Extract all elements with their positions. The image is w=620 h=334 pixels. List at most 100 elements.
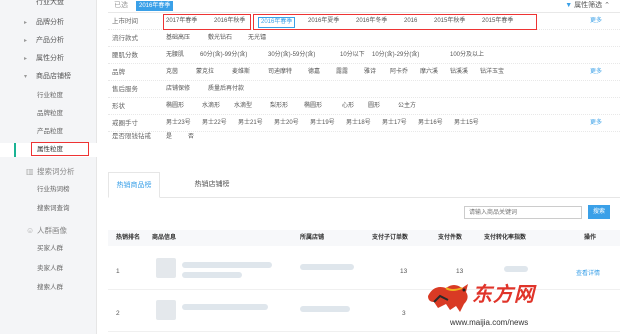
site-watermark: 东方网 www.maijia.com/news [422, 270, 612, 332]
sidebar-item-product-analysis[interactable]: ▸ 产品分析 [0, 34, 97, 48]
filter-row-ring-size: 戒圈手寸 男士23号 男士22号 男士21号 男士20号 男士19号 男士18号… [108, 115, 620, 132]
selection-bar: 已选 2016年春季 ▼ 属性筛选 ⌃ [98, 0, 620, 12]
sidebar-item-goods-shop-rank[interactable]: ▾ 商品店铺榜 [0, 70, 97, 84]
sidebar-subitem-label: 搜索人群 [37, 284, 63, 291]
more-link[interactable]: 更多 [590, 64, 602, 81]
filter-option[interactable]: 男士22号 [202, 115, 227, 132]
filter-option[interactable]: 梨形形 [270, 98, 288, 115]
orders-cell: 3 [402, 310, 406, 317]
filter-option[interactable]: 德嘉 [308, 64, 320, 81]
filter-option[interactable]: 蒙克拉 [196, 64, 214, 81]
filter-option[interactable]: 钻洋玉宝 [480, 64, 504, 81]
filter-label: 形状 [112, 103, 125, 110]
filter-option[interactable]: 男士17号 [382, 115, 407, 132]
filter-option[interactable]: 水滴形 [202, 98, 220, 115]
sidebar-subitem-product[interactable]: 产品粒度 [0, 125, 97, 139]
filter-option[interactable]: 男士19号 [310, 115, 335, 132]
sidebar-subitem-hot-terms[interactable]: 行业热词榜 [0, 183, 97, 197]
sidebar-subitem-sellers[interactable]: 卖家人群 [0, 262, 97, 276]
ranking-tabs: 热销商品榜 热销店铺榜 [108, 172, 620, 198]
filter-option[interactable]: 店铺保修 [166, 81, 190, 98]
sidebar-item-label: 品牌分析 [36, 19, 64, 26]
filter-option[interactable]: 克茵 [166, 64, 178, 81]
sidebar-subitem-brand[interactable]: 品牌粒度 [0, 107, 97, 121]
product-thumbnail[interactable] [156, 300, 176, 320]
watermark-title: 东方网 [472, 282, 535, 306]
bar-chart-icon: ▥ [26, 167, 34, 176]
selected-tag[interactable]: 2016年春季 [136, 1, 174, 11]
filter-option[interactable]: 麦维斯 [232, 64, 250, 81]
filter-option[interactable]: 10分以下 [340, 47, 365, 64]
column-header: 操作 [584, 235, 597, 241]
filter-option[interactable]: 男士21号 [238, 115, 263, 132]
column-header: 所属店铺 [300, 235, 325, 241]
filter-option[interactable]: 基础高压 [166, 30, 190, 47]
selected-label: 已选 [114, 2, 128, 9]
product-thumbnail[interactable] [156, 258, 176, 278]
filter-option[interactable]: 椭圆形 [166, 98, 184, 115]
product-title-blurred[interactable] [182, 262, 272, 268]
filter-option[interactable]: 10分(含)-29分(含) [372, 47, 419, 64]
more-link[interactable]: 更多 [590, 115, 602, 132]
filter-option[interactable]: 摩六溪 [420, 64, 438, 81]
filter-option[interactable]: 男士16号 [418, 115, 443, 132]
filter-option[interactable]: 60分(含)-99分(含) [200, 47, 247, 64]
filter-option[interactable]: 100分及以上 [450, 47, 484, 64]
filter-option[interactable]: 无光镭 [248, 30, 266, 47]
product-keyword-input[interactable] [464, 206, 582, 219]
sidebar-item-attribute-analysis[interactable]: ▸ 属性分析 [0, 52, 97, 66]
bull-logo-icon [428, 284, 468, 312]
filter-option[interactable]: 男士23号 [166, 115, 191, 132]
sidebar-subitem-label: 行业粒度 [37, 92, 63, 99]
filter-option[interactable]: 椭圆形 [304, 98, 322, 115]
filter-option[interactable]: 圆形 [368, 98, 380, 115]
filter-option[interactable]: 露露 [336, 64, 348, 81]
filter-option[interactable]: 是 [166, 132, 172, 142]
filter-option[interactable]: 水滴型 [234, 98, 252, 115]
sidebar-item-brand-analysis[interactable]: ▸ 品牌分析 [0, 16, 97, 30]
filter-option[interactable]: 男士18号 [346, 115, 371, 132]
highlight-box [163, 14, 251, 30]
tab-hot-shops[interactable]: 热销店铺榜 [182, 172, 242, 198]
sidebar-subitem-label: 产品粒度 [37, 128, 63, 135]
filter-option[interactable]: 质量后再付款 [208, 81, 244, 98]
sidebar-item-label: 行业大盘 [36, 0, 64, 6]
filter-option[interactable]: 敷光钻石 [208, 30, 232, 47]
attribute-filter-toggle[interactable]: ▼ 属性筛选 ⌃ [565, 0, 610, 12]
filter-option[interactable]: 无腰肌 [166, 47, 184, 64]
filter-row-brand: 品牌 克茵 蒙克拉 麦维斯 司迪摩特 德嘉 露露 雅诗 阿卡乔 摩六溪 钻溪溪 … [108, 64, 620, 81]
filter-option[interactable]: 男士15号 [454, 115, 479, 132]
sidebar-group-crowd-profile[interactable]: ☺ 人群画像 [0, 225, 97, 237]
filter-option[interactable]: 雅诗 [364, 64, 376, 81]
sidebar-group-search-terms[interactable]: ▥ 搜索词分析 [0, 166, 97, 178]
column-header: 支付转化率指数 [484, 235, 527, 241]
search-button[interactable]: 搜索 [588, 205, 610, 219]
column-header: 支付件数 [438, 235, 463, 241]
product-title-blurred[interactable] [182, 304, 268, 310]
filter-option[interactable]: 公主方 [398, 98, 416, 115]
sidebar-subitem-searchers[interactable]: 搜索人群 [0, 281, 97, 295]
filter-option[interactable]: 否 [188, 132, 194, 142]
filter-option[interactable]: 司迪摩特 [268, 64, 292, 81]
sidebar-item-label: 产品分析 [36, 37, 64, 44]
shop-name-blurred[interactable] [300, 306, 350, 312]
sidebar-item-truncated[interactable]: 行业大盘 [0, 0, 97, 10]
active-marker [14, 143, 16, 157]
sidebar: 行业大盘 ▸ 品牌分析 ▸ 产品分析 ▸ 属性分析 ▾ 商品店铺榜 行业粒度 品… [0, 0, 97, 334]
filter-label: 戒圈手寸 [112, 120, 138, 127]
sidebar-subitem-label: 搜索词查询 [37, 205, 70, 212]
shop-name-blurred[interactable] [300, 264, 354, 270]
caret-right-icon: ▸ [24, 20, 28, 26]
sidebar-subitem-term-query[interactable]: 搜索词查询 [0, 202, 97, 216]
more-link[interactable]: 更多 [590, 13, 602, 30]
filter-option[interactable]: 阿卡乔 [390, 64, 408, 81]
tab-hot-goods[interactable]: 热销商品榜 [108, 172, 160, 198]
sidebar-subitem-industry[interactable]: 行业粒度 [0, 89, 97, 103]
sidebar-group-label: 搜索词分析 [37, 167, 75, 176]
filter-option[interactable]: 心形 [342, 98, 354, 115]
filter-option[interactable]: 钻溪溪 [450, 64, 468, 81]
filter-option[interactable]: 男士20号 [274, 115, 299, 132]
filter-option[interactable]: 30分(含)-59分(含) [268, 47, 315, 64]
sidebar-subitem-label: 行业热词榜 [37, 186, 70, 193]
sidebar-subitem-buyers[interactable]: 买家人群 [0, 242, 97, 256]
